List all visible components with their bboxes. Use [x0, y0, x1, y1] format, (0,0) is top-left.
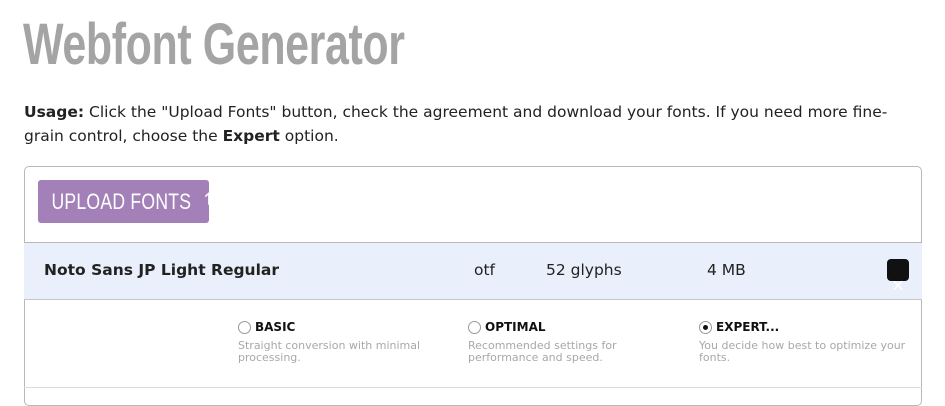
- usage-text-part1: Click the "Upload Fonts" button, check t…: [24, 103, 888, 145]
- font-type: otf: [474, 261, 496, 279]
- usage-text: Usage: Click the "Upload Fonts" button, …: [24, 100, 914, 148]
- radio-basic[interactable]: [238, 320, 251, 334]
- expert-word: Expert: [222, 127, 280, 145]
- upload-fonts-label: UPLOAD FONTS: [51, 188, 192, 214]
- radio-optimal[interactable]: [468, 320, 481, 334]
- option-expert-label: EXPERT...: [716, 320, 780, 334]
- remove-font-button[interactable]: ✕: [887, 259, 909, 295]
- page-title: Webfont Generator: [23, 12, 405, 77]
- option-basic-label: BASIC: [255, 320, 296, 334]
- option-basic-desc: Straight conversion with minimal process…: [238, 339, 421, 364]
- option-optimal-desc: Recommended settings for performance and…: [468, 339, 617, 364]
- font-glyphs: 52 glyphs: [546, 261, 622, 279]
- font-row: Noto Sans JP Light Regular otf 52 glyphs…: [24, 242, 922, 300]
- usage-label: Usage:: [24, 103, 85, 121]
- font-name: Noto Sans JP Light Regular: [44, 261, 279, 279]
- close-icon: ✕: [891, 277, 905, 295]
- arrow-up-icon: 🡑: [204, 189, 214, 208]
- radio-expert[interactable]: [699, 320, 712, 334]
- font-size: 4 MB: [707, 261, 746, 279]
- usage-text-part2: option.: [279, 127, 339, 145]
- generator-panel: UPLOAD FONTS 🡑 Noto Sans JP Light Regula…: [24, 166, 922, 406]
- option-expert-desc: You decide how best to optimize your fon…: [699, 339, 906, 364]
- divider: [24, 387, 922, 388]
- option-optimal: OPTIMAL Recommended settings for perform…: [468, 320, 668, 364]
- upload-fonts-button[interactable]: UPLOAD FONTS 🡑: [38, 180, 213, 223]
- option-optimal-label: OPTIMAL: [485, 320, 546, 334]
- option-expert: EXPERT... You decide how best to optimiz…: [699, 320, 905, 364]
- option-basic: BASIC Straight conversion with minimal p…: [238, 320, 438, 364]
